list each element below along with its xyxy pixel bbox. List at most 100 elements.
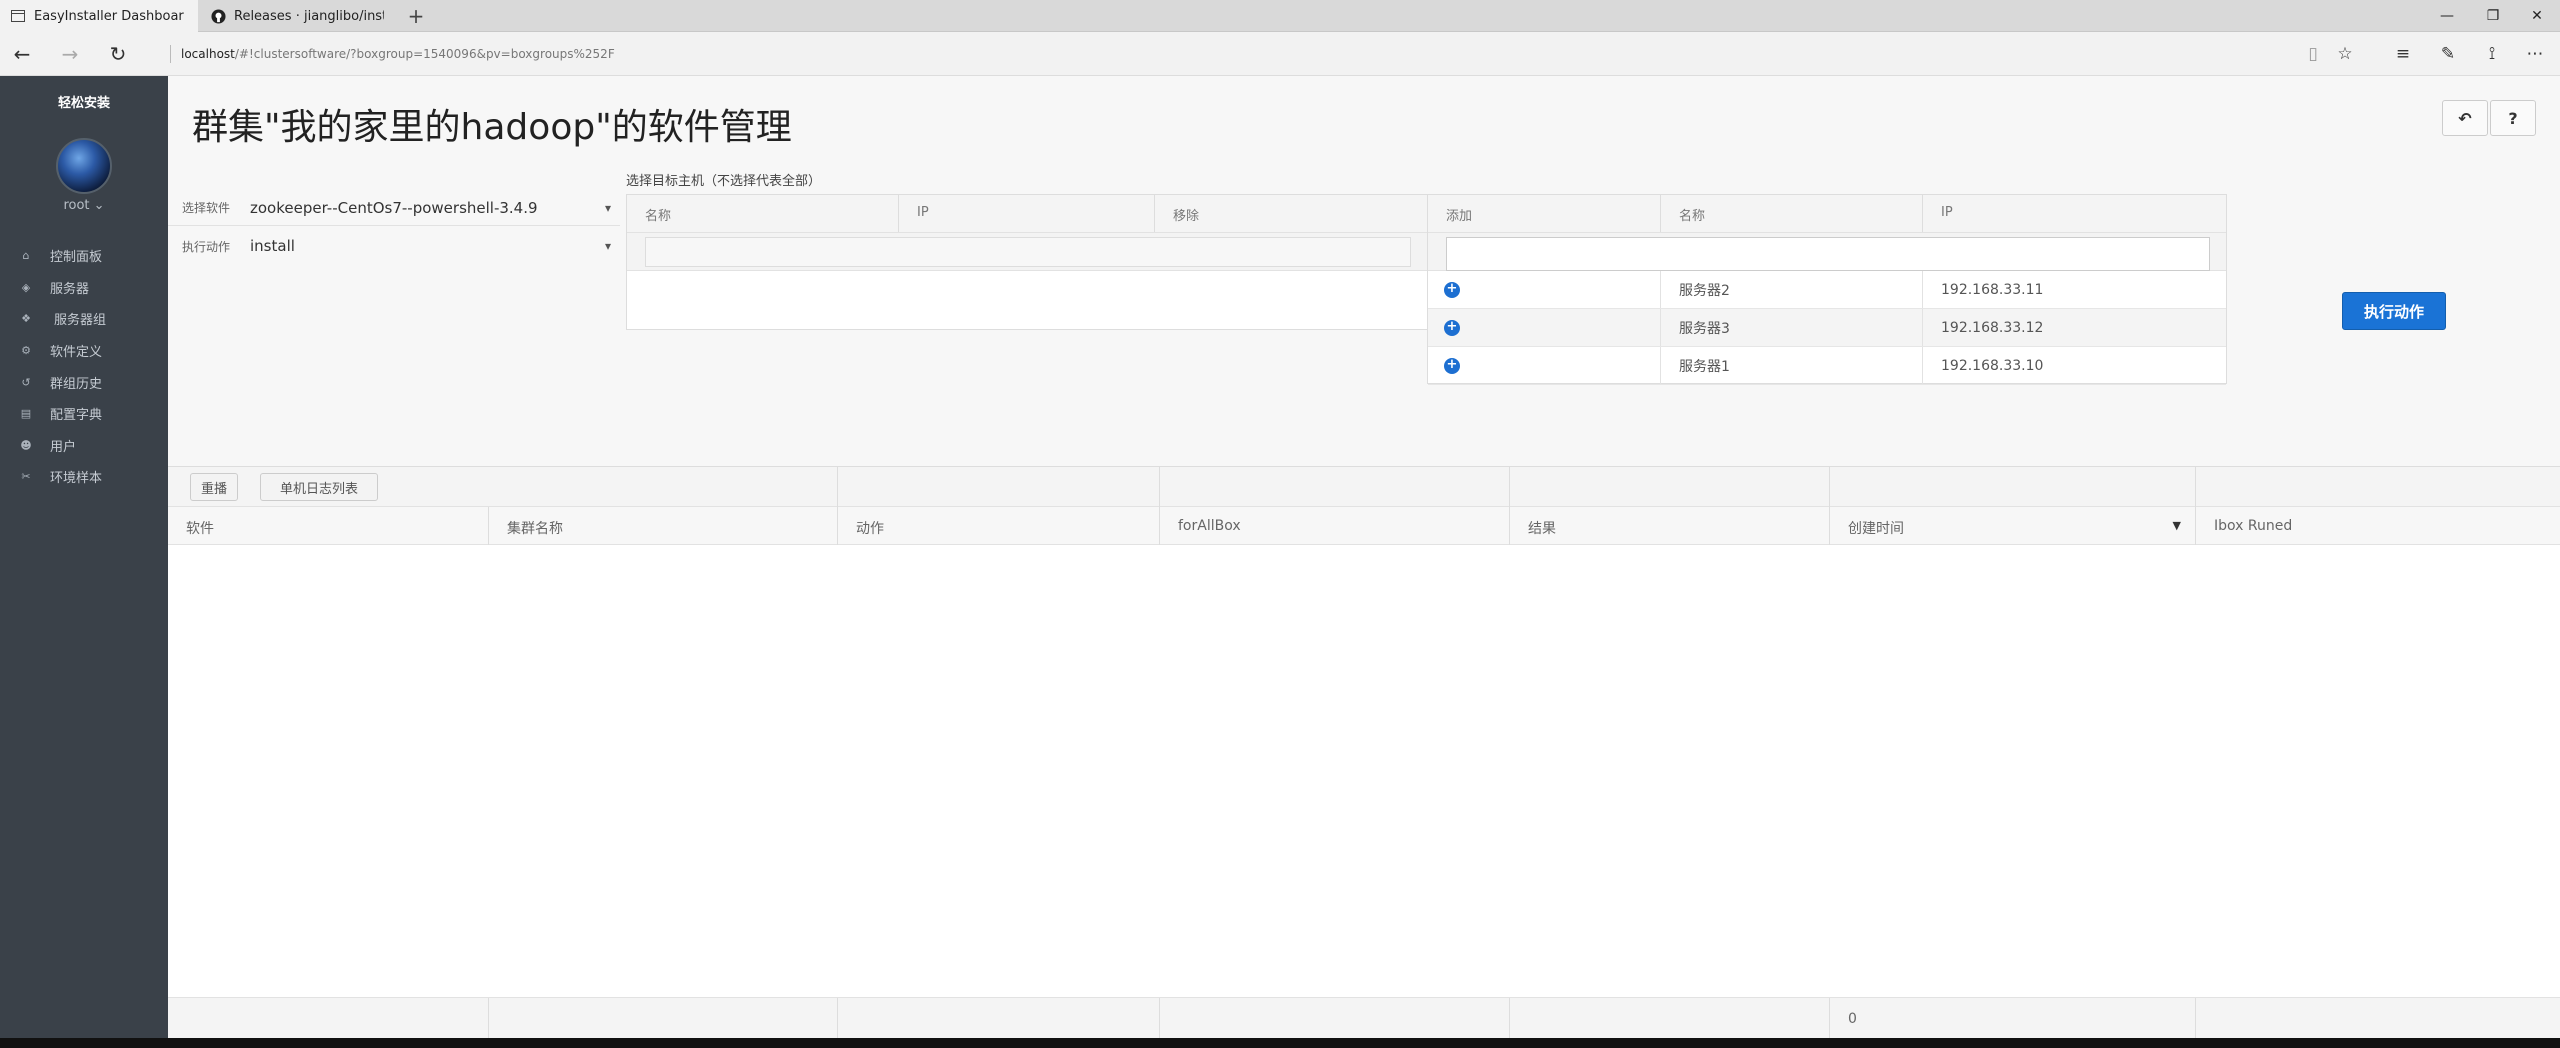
host-ip: 192.168.33.11: [1941, 281, 2044, 298]
forward-button[interactable]: →: [56, 40, 84, 68]
sidebar-item-label: 配置字典: [50, 408, 103, 424]
grid-header: 名称 IP 移除: [627, 195, 1429, 233]
sidebar-item-label: 群组历史: [50, 376, 103, 392]
host-log-list-button[interactable]: 单机日志列表: [260, 473, 378, 501]
chevron-down-icon[interactable]: ▾: [596, 201, 620, 215]
filter-input[interactable]: [1446, 237, 2210, 271]
close-window-button[interactable]: ✕: [2514, 0, 2560, 32]
column-header[interactable]: IP: [1923, 195, 2226, 232]
column-header[interactable]: 动作: [838, 507, 1160, 545]
sidebar-nav: ⌂ 控制面板 ◈ 服务器 ❖ 服务器组 ⚙ 软件定义 ↺ 群组历史 ▤ 配置字典 ☻ 用户 ✂…: [0, 240, 168, 493]
address-input[interactable]: localhost/#!clustersoftware/?boxgroup=15…: [170, 45, 615, 63]
undo-button[interactable]: ↶: [2442, 100, 2488, 136]
column-header[interactable]: 名称: [627, 195, 899, 232]
github-icon: [210, 8, 226, 24]
history-icon: ↺: [21, 375, 31, 389]
column-header-created[interactable]: 创建时间 ▼: [1830, 507, 2196, 545]
execute-action-button[interactable]: 执行动作: [2342, 292, 2446, 330]
reading-view-icon[interactable]: ▯: [2300, 42, 2326, 66]
minimize-button[interactable]: —: [2424, 0, 2470, 32]
software-select[interactable]: 选择软件 zookeeper--CentOs7--powershell-3.4.…: [168, 190, 620, 226]
page-title: 群集"我的家里的hadoop"的软件管理: [192, 107, 792, 148]
software-value[interactable]: zookeeper--CentOs7--powershell-3.4.9: [250, 199, 596, 217]
column-header[interactable]: 结果: [1510, 507, 1830, 545]
sidebar-item-label: 控制面板: [50, 250, 103, 266]
host-ip: 192.168.33.10: [1941, 357, 2044, 374]
table-row[interactable]: + 服务器3 192.168.33.12: [1428, 309, 2226, 347]
column-header[interactable]: 集群名称: [489, 507, 838, 545]
column-header[interactable]: 名称: [1661, 195, 1923, 232]
log-table: 重播 单机日志列表 软件 集群名称 动作 forAllBox 结果 创建时间 ▼ …: [168, 466, 2560, 1040]
table-row[interactable]: + 服务器1 192.168.33.10: [1428, 347, 2226, 385]
tab-title: EasyInstaller Dashboard: [34, 8, 184, 24]
wrench-icon: ✂: [21, 470, 31, 484]
taskbar-strip: [0, 1038, 2560, 1048]
replay-button[interactable]: 重播: [190, 473, 238, 501]
sidebar-item-users[interactable]: ☻ 用户: [0, 430, 168, 462]
column-header[interactable]: 软件: [168, 507, 489, 545]
tab-title: Releases · jianglibo/install-s: [234, 8, 384, 24]
host-name: 服务器1: [1661, 347, 1923, 384]
sort-desc-icon[interactable]: ▼: [2173, 519, 2181, 532]
action-select[interactable]: 执行动作 install ▾: [168, 228, 620, 264]
log-footer: 0: [168, 997, 2560, 1040]
new-tab-button[interactable]: +: [404, 4, 428, 28]
sidebar-item-servers[interactable]: ◈ 服务器: [0, 272, 168, 304]
main-content: 群集"我的家里的hadoop"的软件管理 ↶ ? 选择软件 zookeeper-…: [168, 76, 2560, 1040]
target-hosts-label: 选择目标主机（不选择代表全部）: [626, 174, 822, 189]
filter-row: [1428, 233, 2226, 271]
restore-button[interactable]: ❐: [2470, 0, 2516, 32]
tab-github-releases[interactable]: Releases · jianglibo/install-s: [200, 0, 394, 32]
hub-icon[interactable]: ≡: [2390, 42, 2416, 66]
cube-icon: ◈: [21, 280, 31, 294]
sidebar-item-env-samples[interactable]: ✂ 环境样本: [0, 461, 168, 493]
undo-icon: ↶: [2458, 108, 2472, 128]
sidebar-item-software[interactable]: ⚙ 软件定义: [0, 335, 168, 367]
page-icon: [10, 8, 26, 24]
web-note-icon[interactable]: ✎: [2435, 42, 2461, 66]
action-value[interactable]: install: [250, 237, 596, 255]
sidebar-item-history[interactable]: ↺ 群组历史: [0, 366, 168, 398]
back-button[interactable]: ←: [8, 40, 36, 68]
favorite-star-icon[interactable]: ☆: [2332, 42, 2358, 66]
sidebar-item-label: 用户: [50, 439, 77, 455]
avatar[interactable]: [56, 138, 112, 194]
software-label: 选择软件: [182, 201, 231, 215]
share-icon[interactable]: ⟟: [2479, 42, 2505, 66]
browser-tab-strip: EasyInstaller Dashboard Releases · jiang…: [0, 0, 2560, 32]
column-header[interactable]: 添加: [1428, 195, 1661, 232]
sidebar-item-dashboard[interactable]: ⌂ 控制面板: [0, 240, 168, 272]
chevron-down-icon[interactable]: ▾: [596, 239, 620, 253]
sidebar-item-label: 环境样本: [50, 471, 103, 487]
sidebar-item-label: 软件定义: [50, 345, 103, 361]
cubes-icon: ❖: [21, 312, 31, 326]
refresh-icon[interactable]: ↻: [104, 40, 132, 68]
sidebar-item-dictionary[interactable]: ▤ 配置字典: [0, 398, 168, 430]
user-menu[interactable]: root ⌄: [0, 198, 168, 213]
grid-header: 添加 名称 IP: [1428, 195, 2226, 233]
help-button[interactable]: ?: [2490, 100, 2536, 136]
sidebar-item-label: 服务器: [50, 281, 90, 297]
tab-easyinstaller[interactable]: EasyInstaller Dashboard: [0, 0, 198, 32]
column-header[interactable]: Ibox Runed: [2196, 507, 2560, 545]
add-host-icon[interactable]: +: [1444, 319, 1460, 336]
brand-title: 轻松安装: [57, 96, 110, 111]
add-host-icon[interactable]: +: [1444, 281, 1460, 298]
table-row[interactable]: + 服务器2 192.168.33.11: [1428, 271, 2226, 309]
available-hosts-grid: 添加 名称 IP + 服务器2 192.168.33.11 + 服务器3 192…: [1427, 194, 2227, 385]
sidebar-item-label: 服务器组: [54, 313, 107, 329]
column-header[interactable]: IP: [899, 195, 1155, 232]
host-name: 服务器2: [1661, 271, 1923, 308]
available-host-rows: + 服务器2 192.168.33.11 + 服务器3 192.168.33.1…: [1428, 271, 2226, 385]
more-icon[interactable]: ⋯: [2522, 42, 2548, 66]
sidebar-item-server-groups[interactable]: ❖ 服务器组: [0, 303, 168, 335]
log-header: 软件 集群名称 动作 forAllBox 结果 创建时间 ▼ Ibox Runed: [168, 507, 2560, 545]
column-header[interactable]: forAllBox: [1160, 507, 1510, 545]
add-host-icon[interactable]: +: [1444, 357, 1460, 374]
column-header[interactable]: 移除: [1155, 195, 1429, 232]
column-label: 创建时间: [1848, 521, 1904, 537]
footer-count: 0: [1830, 998, 2196, 1040]
host-ip: 192.168.33.12: [1941, 319, 2044, 336]
url-host: localhost: [181, 47, 235, 61]
filter-input[interactable]: [645, 237, 1411, 267]
